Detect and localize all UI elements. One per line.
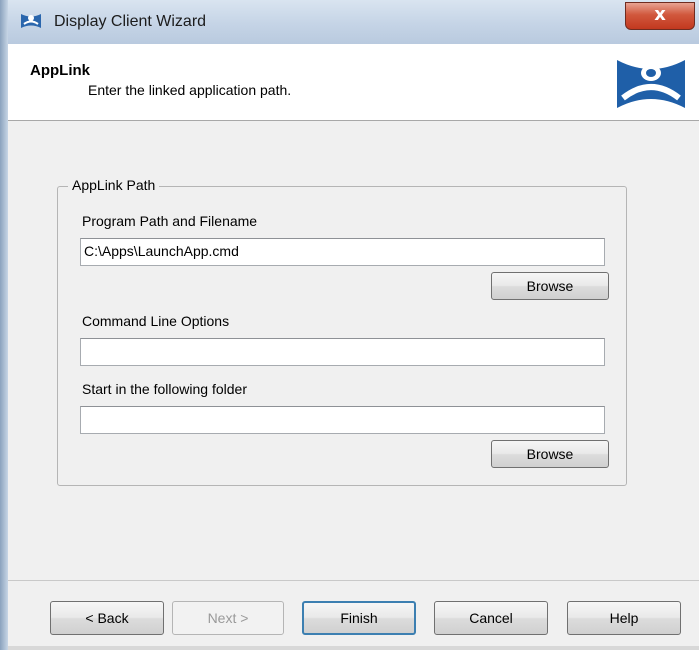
groupbox-legend: AppLink Path: [68, 177, 160, 193]
page-title: AppLink: [30, 62, 90, 79]
page-subtitle: Enter the linked application path.: [88, 82, 292, 98]
background-strip: [0, 0, 8, 650]
finish-button[interactable]: Finish: [302, 601, 416, 635]
close-button[interactable]: x: [625, 2, 695, 30]
browse-program-button[interactable]: Browse: [491, 272, 609, 300]
command-line-label: Command Line Options: [82, 313, 230, 329]
help-button[interactable]: Help: [567, 601, 681, 635]
wizard-window: Display Client Wizard x AppLink Enter th…: [0, 0, 699, 650]
cancel-button[interactable]: Cancel: [434, 601, 548, 635]
start-in-input[interactable]: [80, 406, 605, 434]
window-bottom-edge: [8, 646, 699, 650]
browse-folder-button[interactable]: Browse: [491, 440, 609, 468]
program-path-label: Program Path and Filename: [82, 213, 258, 229]
command-line-input[interactable]: [80, 338, 605, 366]
close-icon: x: [654, 4, 666, 25]
program-path-input[interactable]: C:\Apps\LaunchApp.cmd: [80, 238, 605, 266]
app-logo-icon: [20, 12, 42, 30]
thinmanager-logo-icon: [615, 56, 687, 112]
footer-divider: [8, 580, 699, 581]
title-bar[interactable]: Display Client Wizard x: [8, 0, 699, 45]
next-button[interactable]: Next >: [172, 601, 284, 635]
back-button[interactable]: < Back: [50, 601, 164, 635]
wizard-header: AppLink Enter the linked application pat…: [8, 44, 699, 121]
window-title: Display Client Wizard: [54, 13, 207, 30]
start-in-label: Start in the following folder: [82, 381, 247, 397]
